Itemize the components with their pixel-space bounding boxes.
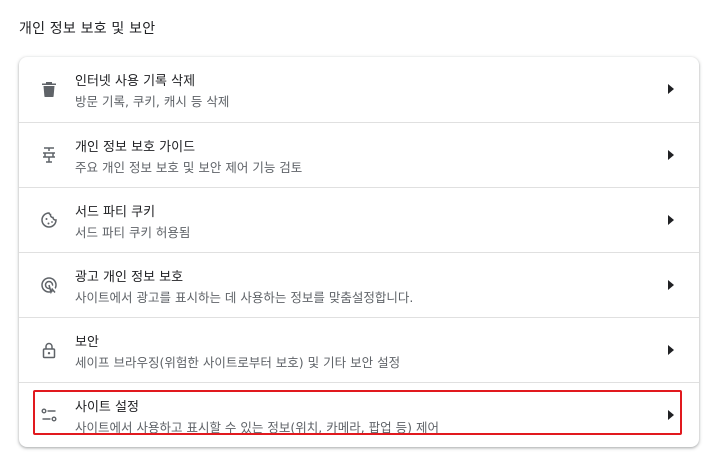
arrow-right-icon: [667, 215, 675, 225]
row-label: 서드 파티 쿠키: [75, 205, 156, 220]
privacy-security-card: 인터넷 사용 기록 삭제 방문 기록, 쿠키, 캐시 등 삭제 개인 정보 보호…: [19, 57, 699, 447]
section-title: 개인 정보 보호 및 보안: [19, 21, 156, 37]
row-label: 광고 개인 정보 보호: [75, 270, 184, 285]
row-label: 사이트 설정: [75, 400, 139, 415]
arrow-right-icon: [667, 84, 675, 94]
arrow-right-icon: [667, 150, 675, 160]
cookie-icon: [39, 210, 59, 230]
ad-privacy-icon: [39, 275, 59, 295]
arrow-right-icon: [667, 410, 675, 420]
row-clear-browsing-data[interactable]: 인터넷 사용 기록 삭제 방문 기록, 쿠키, 캐시 등 삭제: [19, 57, 699, 122]
row-sublabel: 방문 기록, 쿠키, 캐시 등 삭제: [75, 94, 230, 109]
trash-icon: [39, 79, 59, 99]
row-sublabel: 세이프 브라우징(위험한 사이트로부터 보호) 및 기타 보안 설정: [75, 355, 401, 370]
row-sublabel: 주요 개인 정보 보호 및 보안 제어 기능 검토: [75, 160, 303, 175]
tune-icon: [39, 405, 59, 425]
row-label: 인터넷 사용 기록 삭제: [75, 74, 196, 89]
row-privacy-guide[interactable]: 개인 정보 보호 가이드 주요 개인 정보 보호 및 보안 제어 기능 검토: [19, 122, 699, 187]
privacy-guide-icon: [39, 145, 59, 165]
arrow-right-icon: [667, 345, 675, 355]
row-site-settings[interactable]: 사이트 설정 사이트에서 사용하고 표시할 수 있는 정보(위치, 카메라, 팝…: [19, 382, 699, 447]
arrow-right-icon: [667, 280, 675, 290]
row-security[interactable]: 보안 세이프 브라우징(위험한 사이트로부터 보호) 및 기타 보안 설정: [19, 317, 699, 382]
row-label: 보안: [75, 335, 99, 350]
row-sublabel: 사이트에서 사용하고 표시할 수 있는 정보(위치, 카메라, 팝업 등) 제어: [75, 420, 439, 435]
row-sublabel: 사이트에서 광고를 표시하는 데 사용하는 정보를 맞춤설정합니다.: [75, 290, 414, 305]
lock-icon: [39, 340, 59, 360]
row-third-party-cookies[interactable]: 서드 파티 쿠키 서드 파티 쿠키 허용됨: [19, 187, 699, 252]
row-ad-privacy[interactable]: 광고 개인 정보 보호 사이트에서 광고를 표시하는 데 사용하는 정보를 맞춤…: [19, 252, 699, 317]
row-label: 개인 정보 보호 가이드: [75, 140, 196, 155]
row-sublabel: 서드 파티 쿠키 허용됨: [75, 225, 191, 240]
